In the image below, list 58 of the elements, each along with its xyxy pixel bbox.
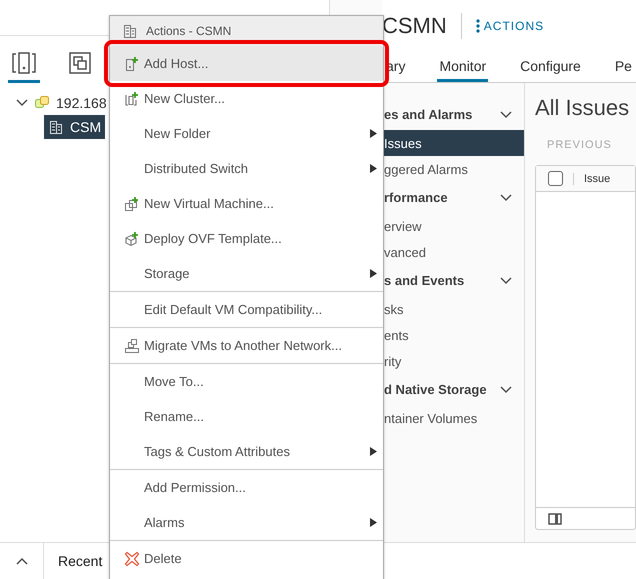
page-title: All Issues — [535, 95, 630, 121]
menu-item[interactable]: New Folder — [110, 116, 383, 151]
nav-item[interactable]: erview — [382, 213, 524, 239]
menu-item[interactable]: Alarms — [110, 505, 383, 540]
menu-item[interactable]: Tags & Custom Attributes — [110, 434, 383, 469]
nav-item[interactable]: sks — [382, 296, 524, 322]
chevron-icon — [16, 99, 28, 107]
menu-item[interactable]: Migrate VMs to Another Network... — [110, 328, 383, 363]
delete-icon — [124, 550, 140, 566]
menu-item[interactable]: Storage — [110, 256, 383, 291]
menu-item[interactable]: Move To... — [110, 364, 383, 399]
menu-item[interactable]: Rename... — [110, 399, 383, 434]
menu-item[interactable]: Deploy OVF Template... — [110, 221, 383, 256]
kebab-icon — [476, 19, 480, 33]
tab[interactable]: Configure — [518, 52, 583, 82]
nav-item[interactable]: ents — [382, 322, 524, 348]
nav-item[interactable]: vanced — [382, 239, 524, 265]
chevron-icon — [500, 110, 512, 118]
menu-item[interactable]: Edit Default VM Compatibility... — [110, 292, 383, 327]
nav-section-header[interactable]: s and Events — [382, 265, 524, 296]
actions-button[interactable]: ACTIONS — [476, 19, 544, 33]
menu-item[interactable]: Add Permission... — [110, 470, 383, 505]
server-add-icon — [124, 56, 140, 72]
columns-icon[interactable] — [548, 512, 562, 524]
menu-item[interactable]: New Cluster... — [110, 81, 383, 116]
cube-add-icon — [124, 230, 140, 246]
cluster-add-icon — [124, 90, 140, 106]
object-title: CSMN — [382, 13, 447, 39]
menu-title: Actions - CSMN — [146, 24, 232, 38]
recent-tasks-label[interactable]: Recent — [58, 553, 102, 569]
building-icon — [48, 119, 64, 135]
column-header[interactable]: Issue — [573, 172, 610, 184]
tab[interactable]: Pe — [612, 52, 634, 82]
nav-section-header[interactable]: rformance — [382, 182, 524, 213]
menu-item[interactable]: New Virtual Machine... — [110, 186, 383, 221]
menu-item[interactable]: Delete — [110, 541, 383, 576]
vcenter-icon — [34, 95, 50, 111]
nav-item[interactable]: rity — [382, 348, 524, 374]
select-all-checkbox[interactable] — [548, 171, 563, 186]
migrate-icon — [124, 338, 140, 354]
tree-node[interactable]: CSM — [44, 115, 106, 139]
stacked-windows-icon — [68, 52, 92, 74]
vm-add-icon — [124, 196, 140, 212]
building-icon — [122, 23, 138, 39]
device-icon — [12, 52, 36, 74]
menu-item[interactable]: Distributed Switch — [110, 151, 383, 186]
chevron-up-icon — [16, 557, 28, 565]
chevron-icon — [500, 194, 512, 202]
nav-item[interactable]: ggered Alarms — [382, 156, 524, 182]
nav-section-header[interactable]: es and Alarms — [382, 99, 524, 130]
menu-item[interactable]: Add Host... — [110, 46, 383, 81]
tree-node[interactable]: 192.168 — [12, 91, 111, 115]
nav-section-header[interactable]: d Native Storage — [382, 374, 524, 405]
tab[interactable]: Monitor — [437, 52, 488, 82]
chevron-icon — [500, 276, 512, 284]
nav-item[interactable]: Issues — [382, 130, 524, 156]
chevron-icon — [500, 386, 512, 394]
nav-item[interactable]: ntainer Volumes — [382, 405, 524, 431]
